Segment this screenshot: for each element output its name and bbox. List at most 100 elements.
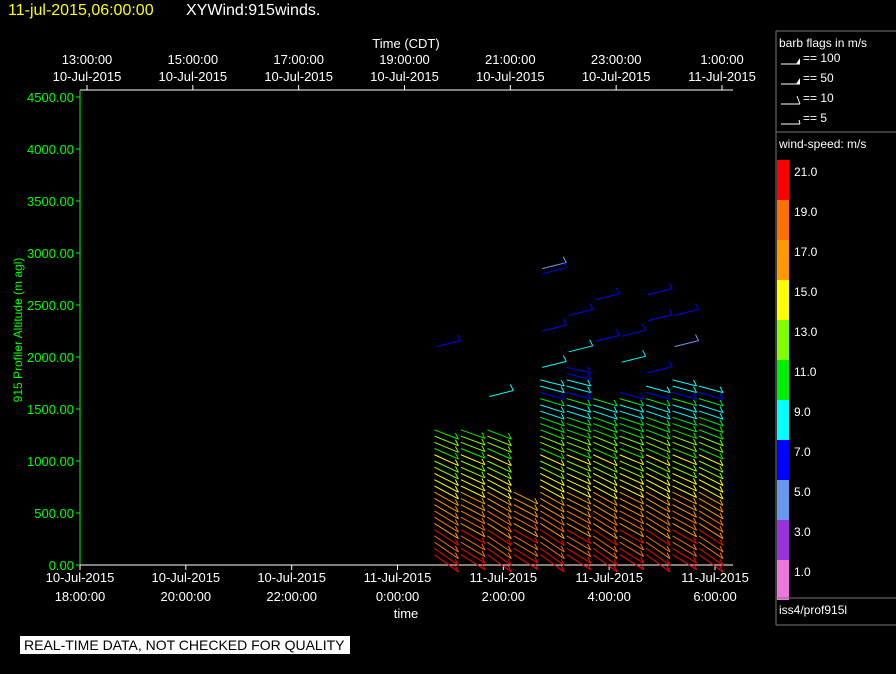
wind-barb — [566, 404, 591, 413]
wind-barb — [619, 504, 644, 518]
wind-barb — [619, 541, 644, 557]
wind-barb — [540, 404, 565, 414]
color-swatch — [777, 520, 789, 560]
color-scale-label: 17.0 — [794, 245, 818, 259]
wind-barb — [672, 504, 697, 518]
y-tick-label: 3000.00 — [27, 246, 74, 261]
wind-barb — [619, 473, 644, 485]
wind-barb — [566, 410, 591, 420]
wind-barb — [566, 504, 591, 518]
x-tick-time: 4:00:00 — [587, 589, 630, 604]
wind-barb — [698, 491, 724, 506]
wind-barb — [460, 466, 486, 479]
top-tick-time: 19:00:00 — [379, 52, 430, 67]
top-tick-date: 10-Jul-2015 — [159, 69, 228, 84]
wind-barb — [672, 516, 697, 531]
wind-barb — [487, 460, 512, 473]
color-scale-label: 15.0 — [794, 285, 818, 299]
wind-barb — [672, 473, 697, 485]
wind-barb — [592, 473, 618, 487]
top-tick-date: 10-Jul-2015 — [370, 69, 439, 84]
wind-barb — [566, 554, 591, 571]
wind-barb — [645, 466, 671, 480]
wind-barb — [566, 510, 591, 525]
wind-barb — [672, 416, 697, 426]
wind-barb — [619, 497, 644, 512]
wind-barb — [434, 504, 459, 520]
y-tick-label: 500.00 — [34, 506, 74, 521]
wind-barb — [592, 504, 618, 520]
wind-barb — [645, 473, 671, 487]
color-scale-label: 5.0 — [794, 485, 811, 499]
wind-barb — [460, 479, 486, 492]
wind-barb — [434, 473, 459, 487]
y-tick-label: 1500.00 — [27, 402, 74, 417]
wind-barb — [487, 529, 512, 546]
wind-barb — [434, 454, 459, 467]
barb-legend-title: barb flags in m/s — [779, 36, 867, 50]
barb-key-label: == 10 — [803, 91, 834, 105]
wind-barb — [645, 516, 671, 533]
top-tick-time: 15:00:00 — [168, 52, 219, 67]
wind-barb — [539, 504, 565, 520]
wind-barb — [672, 529, 697, 544]
y-tick-label: 1000.00 — [27, 454, 74, 469]
wind-barb — [592, 448, 618, 460]
barb-key-label: == 5 — [803, 111, 827, 125]
wind-barb — [434, 522, 459, 540]
wind-barb — [672, 404, 697, 413]
x-axis-title: time — [394, 606, 419, 621]
wind-barb — [513, 554, 539, 571]
wind-barb — [566, 466, 591, 479]
color-scale-label: 1.0 — [794, 565, 811, 579]
qc-warning-badge: REAL-TIME DATA, NOT CHECKED FOR QUALITY — [20, 636, 351, 654]
wind-barb — [672, 460, 697, 472]
wind-barb — [592, 460, 618, 473]
wind-barb — [460, 491, 486, 505]
wind-barb — [592, 498, 618, 513]
wind-barb — [645, 385, 671, 394]
wind-barb — [672, 497, 697, 512]
color-swatch — [777, 240, 789, 280]
wind-barb — [436, 340, 461, 348]
wind-barb — [540, 391, 565, 400]
wind-barb — [672, 554, 697, 571]
wind-barb — [619, 391, 644, 400]
wind-barb — [540, 491, 565, 506]
wind-barb — [434, 516, 459, 533]
wind-barb — [698, 473, 724, 487]
wind-barb — [672, 547, 697, 564]
wind-barb — [619, 485, 644, 498]
wind-barb — [566, 385, 591, 394]
wind-barb-flag — [589, 339, 594, 347]
wind-barb — [487, 522, 512, 540]
top-tick-date: 11-Jul-2015 — [688, 69, 756, 84]
wind-barb — [645, 391, 671, 400]
wind-barb-flag — [562, 355, 567, 362]
wind-barb — [566, 541, 591, 557]
wind-barb — [698, 535, 724, 553]
top-axis-title: Time (CDT) — [372, 36, 439, 51]
wind-barb — [566, 547, 591, 564]
barb-key-flag — [798, 119, 801, 125]
wind-barb — [698, 498, 724, 513]
y-tick-label: 2000.00 — [27, 350, 74, 365]
wind-barb — [434, 498, 459, 513]
wind-barb-flag — [509, 384, 514, 391]
top-tick-time: 17:00:00 — [273, 52, 324, 67]
color-swatch — [777, 160, 789, 200]
wind-barb — [487, 491, 512, 506]
wind-barb — [540, 485, 565, 500]
wind-barb — [672, 391, 697, 400]
wind-barb — [592, 491, 618, 506]
color-scale-label: 3.0 — [794, 525, 811, 539]
wind-barb — [698, 410, 724, 420]
wind-barb — [513, 529, 539, 544]
wind-barb — [698, 398, 724, 407]
wind-barb — [593, 404, 618, 414]
wind-barb — [672, 510, 697, 525]
wind-barb — [698, 516, 724, 533]
y-axis-title: 915 Profiler Altitude (m agl) — [11, 258, 25, 403]
wind-barb-flag — [589, 303, 594, 310]
wind-barb — [540, 398, 565, 407]
